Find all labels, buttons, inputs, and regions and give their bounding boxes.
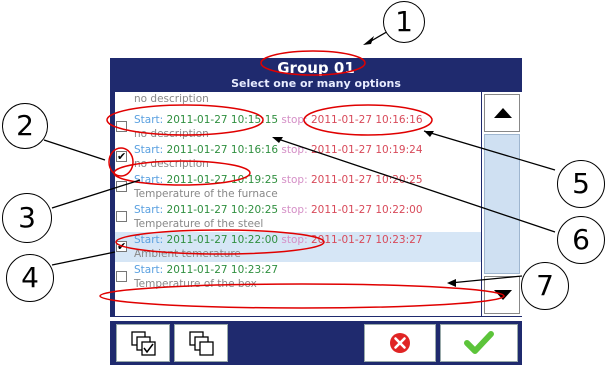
row-checkbox[interactable] <box>116 121 127 132</box>
start-label: Start: <box>134 174 164 186</box>
check-mark-icon: ✔ <box>117 240 127 253</box>
row-times: Start: 2011-01-27 10:20:25 stop: 2011-01… <box>134 204 423 216</box>
deselect-all-button[interactable] <box>174 324 228 362</box>
stop-label: stop: <box>281 144 308 156</box>
row-description: Temperature of the steel <box>134 218 264 230</box>
row-times: Start: 2011-01-27 10:22:00 stop: 2011-01… <box>134 234 423 246</box>
select-all-button[interactable] <box>116 324 170 362</box>
stop-value: 2011-01-27 10:19:24 <box>310 144 423 156</box>
deselect-all-icon <box>189 331 214 356</box>
arrow-down-icon <box>494 290 512 300</box>
list-row[interactable]: Start: 2011-01-27 10:23:27 Temperature o… <box>115 262 481 292</box>
row-description: Temperature of the furnace <box>134 188 278 200</box>
row-times: Start: 2011-01-27 10:16:16 stop: 2011-01… <box>134 144 423 156</box>
callout-4: 4 <box>6 254 54 302</box>
stop-value: 2011-01-27 10:16:16 <box>310 114 423 126</box>
bottom-toolbar <box>110 321 522 365</box>
row-description: no description <box>134 158 209 170</box>
start-value: 2011-01-27 10:23:27 <box>166 264 279 276</box>
start-label: Start: <box>134 204 164 216</box>
callout-7: 7 <box>521 262 569 310</box>
stop-label: stop: <box>281 174 308 186</box>
stop-label: stop: <box>281 234 308 246</box>
row-description: no description <box>134 93 209 105</box>
stop-label: stop: <box>281 204 308 216</box>
cancel-icon <box>390 333 410 353</box>
stop-value: 2011-01-27 10:22:00 <box>310 204 423 216</box>
callout-6: 6 <box>557 216 605 264</box>
row-times: Start: 2011-01-27 10:19:25 stop: 2011-01… <box>134 174 423 186</box>
confirm-button[interactable] <box>440 324 518 362</box>
list-row-selected[interactable]: ✔ Start: 2011-01-27 10:22:00 stop: 2011-… <box>115 232 481 262</box>
list-row[interactable]: ✔ Start: 2011-01-27 10:16:16 stop: 2011-… <box>115 142 481 172</box>
list-row[interactable]: Start: 2011-01-27 10:20:25 stop: 2011-01… <box>115 202 481 232</box>
stop-value: 2011-01-27 10:23:27 <box>310 234 423 246</box>
list-row[interactable]: no description <box>115 92 481 109</box>
dialog-subtitle: Select one or many options <box>231 77 401 90</box>
stop-value: 2011-01-27 10:20:25 <box>310 174 423 186</box>
scroll-up-button[interactable] <box>484 94 520 132</box>
start-value: 2011-01-27 10:20:25 <box>166 204 279 216</box>
start-label: Start: <box>134 264 164 276</box>
row-times: Start: 2011-01-27 10:15:15 stop: 2011-01… <box>134 114 423 126</box>
start-value: 2011-01-27 10:16:16 <box>166 144 279 156</box>
row-checkbox[interactable] <box>116 271 127 282</box>
row-times: Start: 2011-01-27 10:23:27 <box>134 264 278 276</box>
select-all-icon <box>131 331 156 356</box>
row-description: Ambient temerature <box>134 248 241 260</box>
callout-2: 2 <box>2 103 48 149</box>
arrow-head-1 <box>363 36 374 45</box>
dialog: Group 01 Select one or many options no d… <box>110 58 522 317</box>
row-description: no description <box>134 128 209 140</box>
start-value: 2011-01-27 10:22:00 <box>166 234 279 246</box>
scrollbar[interactable] <box>482 92 522 316</box>
confirm-icon <box>464 331 494 354</box>
check-mark-icon: ✔ <box>117 150 127 163</box>
cancel-button[interactable] <box>364 324 436 362</box>
start-label: Start: <box>134 234 164 246</box>
start-label: Start: <box>134 114 164 126</box>
list-row[interactable]: Start: 2011-01-27 10:19:25 stop: 2011-01… <box>115 172 481 202</box>
list-row[interactable]: Start: 2011-01-27 10:15:15 stop: 2011-01… <box>115 112 481 142</box>
arrow-up-icon <box>494 108 512 118</box>
dialog-title: Group 01 <box>277 59 355 77</box>
callout-1: 1 <box>383 1 425 43</box>
row-checkbox[interactable]: ✔ <box>116 241 127 252</box>
start-label: Start: <box>134 144 164 156</box>
row-description: Temperature of the box <box>134 278 257 290</box>
dialog-header: Group 01 Select one or many options <box>110 58 522 92</box>
scroll-down-button[interactable] <box>484 276 520 314</box>
option-list[interactable]: no description Start: 2011-01-27 10:15:1… <box>115 92 481 316</box>
row-checkbox[interactable] <box>116 211 127 222</box>
row-checkbox[interactable] <box>116 181 127 192</box>
scroll-track[interactable] <box>484 134 520 274</box>
callout-3: 3 <box>2 193 52 243</box>
start-value: 2011-01-27 10:15:15 <box>166 114 279 126</box>
callout-5: 5 <box>557 160 605 208</box>
start-value: 2011-01-27 10:19:25 <box>166 174 279 186</box>
row-checkbox[interactable]: ✔ <box>116 151 127 162</box>
stop-label: stop: <box>281 114 308 126</box>
callout-arrow-2 <box>43 139 106 161</box>
callout-arrow-4 <box>51 251 116 266</box>
